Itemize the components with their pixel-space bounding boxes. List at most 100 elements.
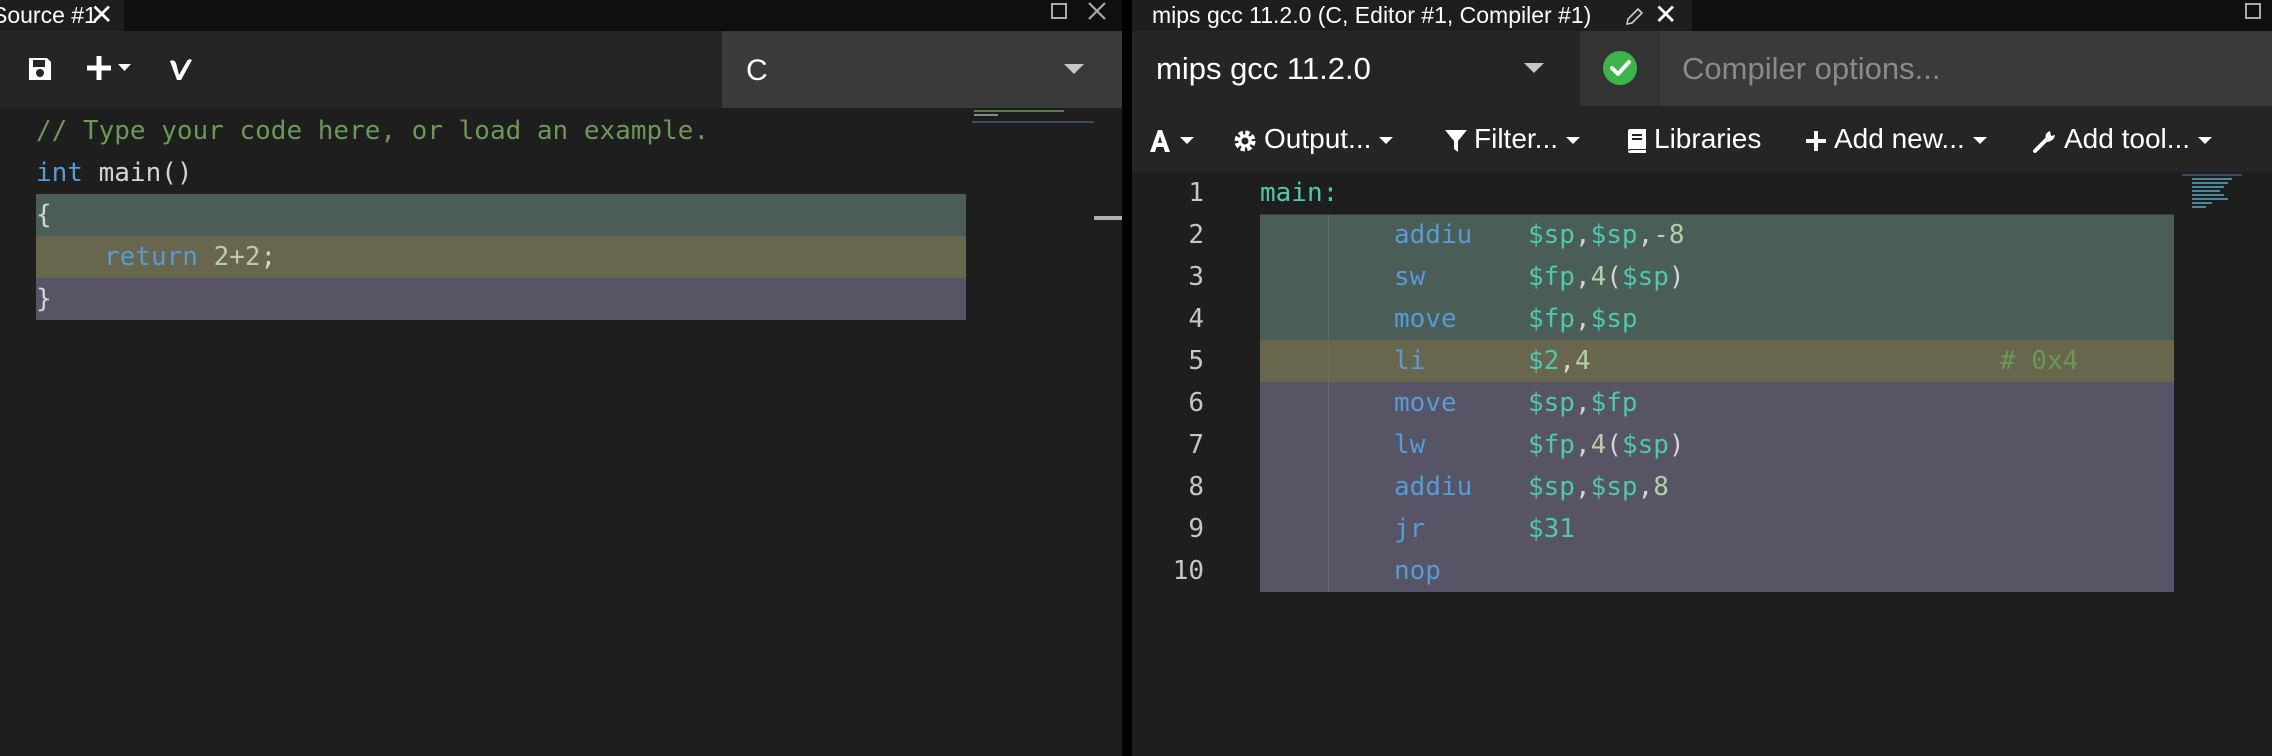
- compiler-tab-bar: mips gcc 11.2.0 (C, Editor #1, Compiler …: [1132, 0, 2272, 31]
- line-number: 2: [1188, 220, 1204, 250]
- line-number: 3: [1188, 262, 1204, 292]
- close-icon[interactable]: ✕: [90, 0, 113, 29]
- language-value: C: [746, 54, 768, 87]
- add-tool-label: Add tool...: [2064, 123, 2191, 154]
- minimap-line: [2192, 198, 2228, 200]
- current-line-border: [1260, 172, 2174, 215]
- maximize-icon[interactable]: [1050, 2, 1068, 24]
- asm-opcode: move: [1394, 388, 1457, 418]
- wrench-icon: [2032, 120, 2058, 158]
- pane-splitter[interactable]: [1122, 0, 1132, 756]
- line-number: 6: [1188, 388, 1204, 418]
- keyword: return: [104, 242, 198, 272]
- filter-icon: [1444, 120, 1468, 158]
- compiler-selector-row: mips gcc 11.2.0: [1132, 31, 2272, 106]
- code-line: }: [36, 284, 52, 314]
- code-line: return 2+2;: [104, 236, 276, 278]
- asm-opcode: addiu: [1394, 472, 1473, 502]
- code-text: 2+2: [213, 242, 261, 272]
- add-new-button[interactable]: Add new...: [1804, 120, 1987, 158]
- source-tab-title: Source #1: [0, 2, 97, 28]
- keyword: int: [36, 158, 83, 188]
- filter-label: Filter...: [1474, 123, 1559, 154]
- asm-operands: $2,4: [1528, 346, 1591, 376]
- line-number: 5: [1188, 346, 1204, 376]
- line-number: 4: [1188, 304, 1204, 334]
- minimap-line: [2192, 202, 2212, 204]
- add-pane-icon[interactable]: [86, 53, 134, 90]
- code-line: // Type your code here, or load an examp…: [36, 116, 710, 146]
- assembly-minimap[interactable]: [2182, 172, 2272, 212]
- asm-opcode: sw: [1394, 262, 1426, 292]
- minimap-line: [2192, 190, 2220, 192]
- compiler-pane: mips gcc 11.2.0 (C, Editor #1, Compiler …: [1132, 0, 2272, 756]
- font-size-button[interactable]: [1148, 120, 1194, 158]
- chevron-down-icon: [1566, 137, 1581, 145]
- add-new-label: Add new...: [1834, 123, 1965, 154]
- compiler-toolbar: Output... Filter... Libraries Add new...…: [1132, 106, 2272, 172]
- libraries-label: Libraries: [1654, 123, 1762, 154]
- asm-operands: $fp,4($sp): [1528, 262, 1685, 292]
- source-tab-bar: Source #1 ✕: [0, 0, 1122, 31]
- minimap-line: [2192, 194, 2224, 196]
- minimap-line: [974, 110, 1064, 112]
- asm-label: main:: [1260, 178, 1339, 208]
- output-label: Output...: [1264, 123, 1372, 154]
- code-line: {: [36, 200, 52, 230]
- chevron-down-icon: [1379, 137, 1394, 145]
- add-tool-button[interactable]: Add tool...: [2032, 120, 2213, 158]
- compiler-options-input[interactable]: [1660, 31, 2272, 106]
- line-number: 10: [1172, 556, 1204, 586]
- source-code-editor[interactable]: // Type your code here, or load an examp…: [0, 108, 1122, 756]
- minimap-line: [2192, 206, 2206, 208]
- asm-operands: $sp,$sp,-8: [1528, 220, 1685, 250]
- asm-opcode: addiu: [1394, 220, 1473, 250]
- language-select[interactable]: C: [722, 31, 1122, 108]
- gear-icon: [1232, 120, 1258, 158]
- vim-mode-icon[interactable]: [168, 55, 194, 88]
- indent-guide: [1328, 214, 1329, 592]
- compiler-value: mips gcc 11.2.0: [1156, 51, 1371, 86]
- scrollbar-thumb[interactable]: [1094, 216, 1122, 220]
- minimap-line: [974, 114, 998, 116]
- save-icon[interactable]: [26, 55, 54, 88]
- check-icon: [1603, 51, 1637, 85]
- compiler-tab-title: mips gcc 11.2.0 (C, Editor #1, Compiler …: [1152, 2, 1592, 28]
- plus-icon: [1804, 120, 1828, 158]
- asm-opcode: jr: [1394, 514, 1426, 544]
- minimap-line: [2192, 178, 2232, 180]
- asm-opcode: li: [1394, 346, 1426, 376]
- window-close-icon[interactable]: [1086, 0, 1108, 26]
- line-number: 8: [1188, 472, 1204, 502]
- minimap-line: [2192, 182, 2228, 184]
- chevron-down-icon: [2198, 137, 2213, 145]
- asm-operands: $31: [1528, 514, 1575, 544]
- code-line: int main(): [36, 152, 193, 194]
- close-icon[interactable]: ✕: [1654, 0, 1677, 29]
- libraries-button[interactable]: Libraries: [1626, 120, 1761, 158]
- asm-comment: # 0x4: [2000, 346, 2079, 376]
- filter-button[interactable]: Filter...: [1444, 120, 1581, 158]
- source-minimap[interactable]: [972, 108, 1094, 128]
- compile-status[interactable]: [1580, 31, 1660, 106]
- asm-operands: $fp,$sp: [1528, 304, 1638, 334]
- asm-operands: $fp,4($sp): [1528, 430, 1685, 460]
- asm-opcode: lw: [1394, 430, 1426, 460]
- compiler-tab[interactable]: mips gcc 11.2.0 (C, Editor #1, Compiler …: [1132, 0, 1692, 31]
- line-number: 9: [1188, 514, 1204, 544]
- assembly-output[interactable]: 1 2 3 4 5 6 7 8 9 10 main: addiu $sp,$sp…: [1132, 172, 2272, 756]
- asm-operands: $sp,$fp: [1528, 388, 1638, 418]
- source-tab[interactable]: Source #1 ✕: [0, 0, 124, 31]
- code-text: main(): [82, 158, 193, 188]
- minimap-line: [972, 121, 1094, 123]
- asm-opcode: move: [1394, 304, 1457, 334]
- asm-operands: $sp,$sp,8: [1528, 472, 1669, 502]
- chevron-down-icon: [1524, 63, 1544, 73]
- source-editor-pane: Source #1 ✕ C // Type your code here, or…: [0, 0, 1122, 756]
- chevron-down-icon: [1972, 137, 1987, 145]
- compiler-select[interactable]: mips gcc 11.2.0: [1132, 31, 1580, 106]
- minimap-line: [2182, 174, 2242, 176]
- output-button[interactable]: Output...: [1232, 120, 1394, 158]
- book-icon: [1626, 120, 1648, 158]
- maximize-icon[interactable]: [2244, 2, 2262, 24]
